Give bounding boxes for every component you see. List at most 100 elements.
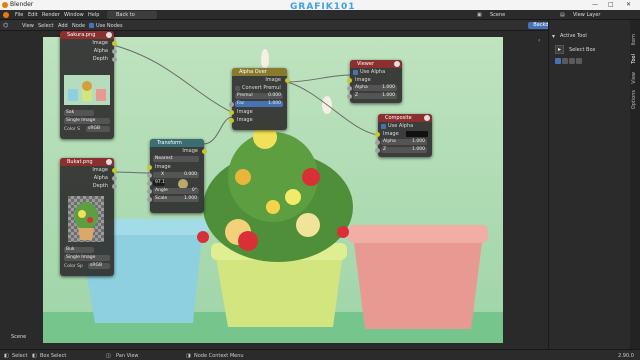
output-socket-image[interactable]: [112, 40, 117, 46]
y-field-editing[interactable]: 97.1: [153, 180, 165, 186]
input-socket-fac[interactable]: [229, 101, 234, 107]
node-header[interactable]: Sakura.png: [60, 31, 114, 39]
view-layer-selector[interactable]: View Layer: [573, 12, 600, 18]
menu-help[interactable]: Help: [88, 12, 99, 18]
output-alpha-label: Alpha: [93, 175, 108, 181]
close-icon[interactable]: ✕: [626, 1, 631, 8]
x-field[interactable]: X 0.000: [153, 172, 199, 178]
menu-edit[interactable]: Edit: [28, 12, 38, 18]
image-file-field[interactable]: Sak: [64, 110, 94, 116]
input-socket-angle[interactable]: [147, 188, 152, 194]
minimize-icon[interactable]: —: [592, 1, 598, 8]
image-node-bukat[interactable]: Bukat.png Image Alpha Depth Buk Single I…: [60, 158, 117, 276]
header-view[interactable]: View: [22, 23, 34, 29]
filter-select[interactable]: Nearest: [153, 156, 199, 162]
menu-file[interactable]: File: [15, 12, 23, 18]
input-socket-z[interactable]: [375, 147, 380, 153]
use-alpha-checkbox[interactable]: [381, 123, 386, 129]
image-source-select[interactable]: Single Image: [64, 118, 110, 124]
input-socket-z[interactable]: [347, 93, 352, 99]
scale-field[interactable]: Scale 1.000: [153, 196, 199, 202]
tab-item[interactable]: Item: [631, 34, 637, 45]
use-alpha-label: Use Alpha: [388, 123, 414, 129]
select-box-icon[interactable]: ▸: [555, 45, 564, 54]
input-socket-alpha[interactable]: [347, 85, 352, 91]
image-file-field[interactable]: Buk: [64, 247, 94, 253]
output-socket-image[interactable]: [202, 148, 207, 154]
scene-icon[interactable]: ▣: [477, 12, 482, 18]
tab-options[interactable]: Options: [631, 90, 637, 109]
output-socket-depth[interactable]: [112, 183, 117, 189]
node-header[interactable]: Alpha Over: [232, 68, 287, 76]
mode-intersect-icon[interactable]: [576, 58, 582, 64]
back-to-previous-button[interactable]: Back to Previous: [107, 11, 157, 26]
composite-node[interactable]: Composite Use Alpha Image Alpha 1.000 Z 1.…: [375, 114, 432, 157]
panel-collapse-icon[interactable]: ▾: [552, 33, 555, 40]
menu-window[interactable]: Window: [64, 12, 84, 18]
input-socket-alpha[interactable]: [375, 139, 380, 145]
status-box-select: Box Select: [40, 353, 67, 359]
color-space-select[interactable]: sRGB: [88, 263, 110, 269]
z-field[interactable]: Z 1.000: [353, 93, 397, 99]
angle-field[interactable]: Angle 0°: [153, 188, 199, 194]
viewer-node[interactable]: Viewer Use Alpha Image Alpha 1.000 Z 1.000: [347, 60, 402, 103]
output-socket-alpha[interactable]: [112, 48, 117, 54]
image-source-select[interactable]: Single Image: [64, 255, 110, 261]
input-socket-image-2[interactable]: [229, 117, 234, 123]
blender-menu-icon[interactable]: [3, 12, 9, 18]
alpha-over-node[interactable]: Alpha Over Image Convert Premul Premul 0.…: [229, 68, 290, 130]
premul-field[interactable]: Premul 0.000: [235, 93, 283, 99]
output-socket-depth[interactable]: [112, 56, 117, 62]
input-socket-image[interactable]: [375, 131, 380, 137]
input-socket-y[interactable]: [147, 180, 152, 186]
tab-view[interactable]: View: [631, 72, 637, 84]
output-socket-image[interactable]: [285, 77, 290, 83]
maximize-icon[interactable]: □: [608, 1, 614, 8]
node-header[interactable]: Composite: [378, 114, 432, 122]
alpha-field[interactable]: Alpha 1.000: [381, 139, 427, 145]
sidebar-panel: ▾ Active Tool ▸ Select Box: [548, 20, 630, 350]
tab-tool[interactable]: Tool: [631, 54, 637, 64]
node-header[interactable]: Viewer: [350, 60, 402, 68]
scene-selector[interactable]: Scene: [490, 12, 505, 18]
node-editor[interactable]: Sakura.png Image Alpha Depth Sak Single …: [0, 31, 548, 349]
color-space-select[interactable]: sRGB: [86, 126, 110, 132]
node-title: Sakura.png: [67, 32, 96, 38]
mode-subtract-icon[interactable]: [569, 58, 575, 64]
sidebar-toggle-icon[interactable]: ‹: [538, 37, 540, 44]
fac-slider[interactable]: Fac 1.000: [235, 101, 283, 107]
editor-type-icon[interactable]: ⌬: [3, 22, 8, 29]
z-field[interactable]: Z 1.000: [381, 147, 427, 153]
active-tool-title: Active Tool: [560, 33, 587, 39]
menu-render[interactable]: Render: [42, 12, 60, 18]
input-socket-image[interactable]: [147, 164, 152, 170]
input-socket-image-1[interactable]: [229, 109, 234, 115]
output-socket-image[interactable]: [112, 167, 117, 173]
header-select[interactable]: Select: [38, 23, 53, 29]
image-node-sakura[interactable]: Sakura.png Image Alpha Depth Sak Single …: [60, 31, 117, 139]
image-color-swatch[interactable]: [406, 131, 428, 137]
mouse-right-icon: ◨: [186, 353, 191, 359]
input-socket-scale[interactable]: [147, 196, 152, 202]
input-image-label: Image: [383, 131, 399, 137]
alpha-field[interactable]: Alpha 1.000: [353, 85, 397, 91]
scene-label: Scene: [11, 334, 27, 340]
node-header[interactable]: Bukat.png: [60, 158, 114, 166]
mode-new-icon[interactable]: [555, 58, 561, 64]
output-socket-alpha[interactable]: [112, 175, 117, 181]
image-preview: [68, 196, 104, 242]
node-header[interactable]: Transform: [150, 139, 204, 147]
view-layer-icon[interactable]: ▤: [560, 12, 565, 18]
sidebar-tabs: Item Tool View Options: [630, 20, 640, 350]
input-socket-image[interactable]: [347, 77, 352, 83]
input-socket-x[interactable]: [147, 172, 152, 178]
header-add[interactable]: Add: [58, 23, 68, 29]
use-alpha-checkbox[interactable]: [353, 69, 358, 75]
convert-premul-checkbox[interactable]: [235, 85, 240, 91]
header-node[interactable]: Node: [72, 23, 85, 29]
use-nodes-checkbox[interactable]: [89, 23, 94, 28]
transform-node[interactable]: Transform Image Nearest Image X 0.000 97.…: [147, 139, 207, 213]
node-render-icon: [424, 115, 430, 121]
version-label: 2.90.0: [618, 353, 634, 359]
mode-extend-icon[interactable]: [562, 58, 568, 64]
